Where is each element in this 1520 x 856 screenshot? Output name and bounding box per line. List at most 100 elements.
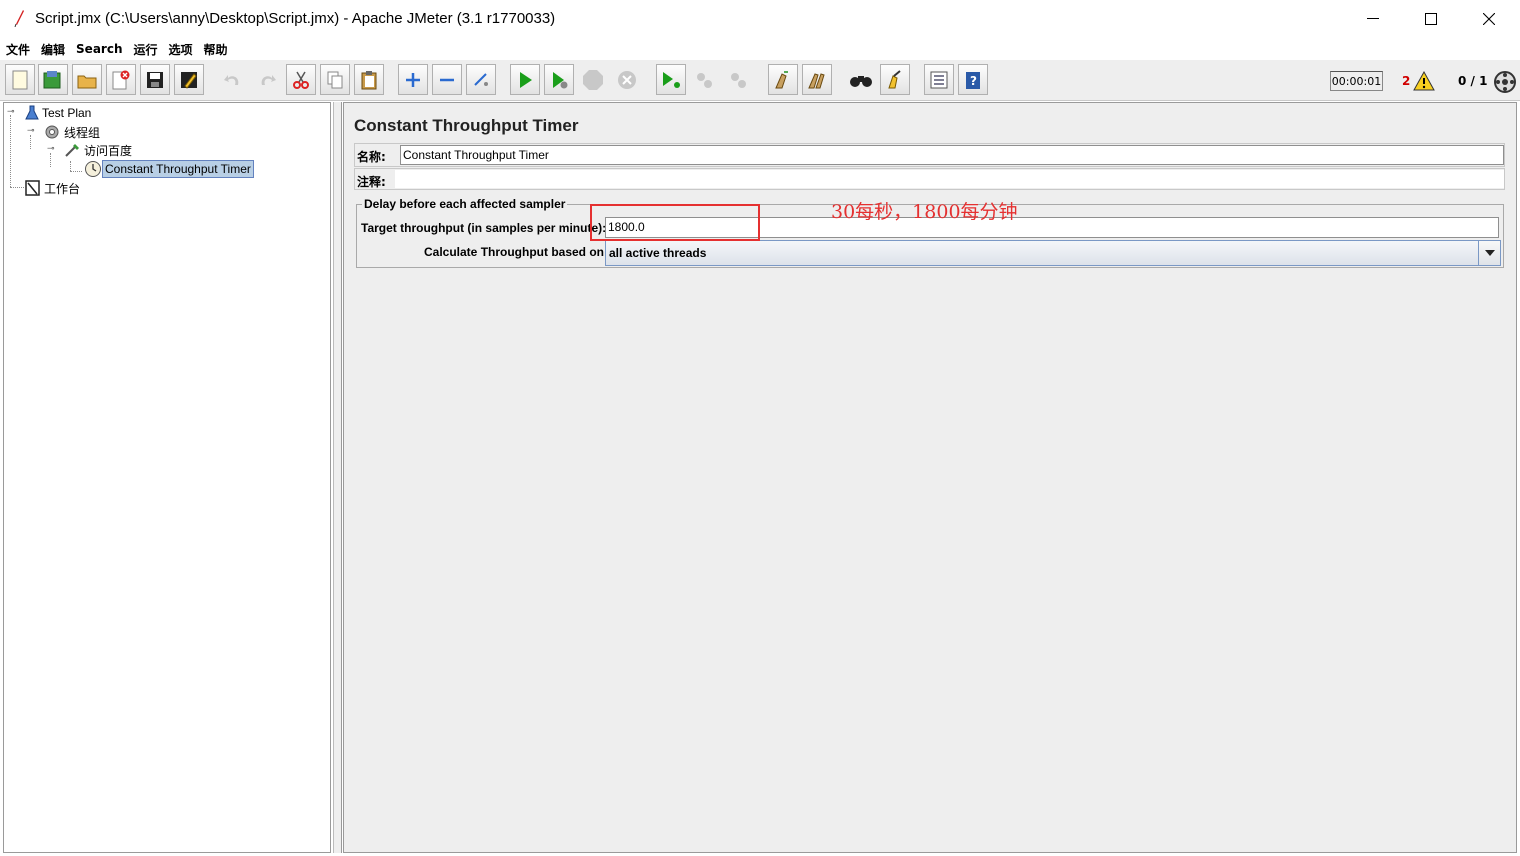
elapsed-time: 00:00:01 (1330, 71, 1383, 91)
calc-based-on-label: Calculate Throughput based on: (424, 245, 609, 259)
close-button[interactable] (1460, 0, 1518, 38)
redo-button[interactable] (252, 64, 282, 95)
close-file-icon (112, 70, 130, 89)
tree-connector (10, 187, 24, 188)
calc-based-on-select[interactable]: all active threads (605, 240, 1501, 266)
close-icon (1483, 13, 1495, 25)
menu-run[interactable]: 运行 (133, 41, 157, 58)
tree-connector (30, 135, 31, 149)
comment-row: 注释: (354, 168, 1505, 190)
warning-icon[interactable] (1413, 71, 1435, 91)
play-icon (520, 71, 532, 88)
comment-input[interactable] (395, 170, 1504, 188)
close-file-button[interactable] (106, 64, 136, 95)
minimize-icon (1367, 18, 1379, 19)
menu-edit[interactable]: 编辑 (41, 41, 65, 58)
tree-toggle[interactable]: ⊸ (7, 107, 15, 117)
plus-icon (406, 72, 420, 87)
dropdown-arrow[interactable] (1478, 241, 1500, 265)
panel-splitter[interactable] (333, 102, 342, 853)
tree-connector (10, 115, 11, 187)
start-no-pauses-button[interactable] (544, 64, 574, 95)
maximize-button[interactable] (1402, 0, 1460, 38)
help-button[interactable]: ? (958, 64, 988, 95)
remote-shutdown-button[interactable] (724, 64, 754, 95)
save-button[interactable] (140, 64, 170, 95)
stop-button[interactable] (578, 64, 608, 95)
tree-node-label: 工作台 (44, 181, 81, 196)
shutdown-button[interactable] (612, 64, 642, 95)
tree-node-sampler[interactable]: 访问百度 (64, 141, 134, 159)
new-button[interactable] (5, 64, 35, 95)
tree-toggle[interactable]: ⊸ (27, 126, 35, 136)
test-plan-tree: ⊸ Test Plan ⊸ 线程组 ⊸ 访问百度 Constant Throug… (3, 102, 331, 853)
minimize-button[interactable] (1344, 0, 1402, 38)
menu-options[interactable]: 选项 (169, 41, 193, 58)
tree-node-thread-group[interactable]: 线程组 (44, 123, 102, 141)
tree-node-label: Constant Throughput Timer (102, 160, 254, 178)
remote-start-icon (663, 71, 680, 88)
reset-search-button[interactable] (880, 64, 910, 95)
save-as-button[interactable] (174, 64, 204, 95)
calc-based-on-value: all active threads (609, 246, 707, 260)
undo-icon (224, 74, 239, 85)
menu-file[interactable]: 文件 (6, 41, 30, 58)
tree-connector (70, 171, 82, 172)
tree-connector (50, 153, 51, 167)
tree-toggle[interactable]: ⊸ (47, 144, 55, 154)
editor-title: Constant Throughput Timer (354, 116, 579, 135)
clear-all-button[interactable] (802, 64, 832, 95)
open-button[interactable] (72, 64, 102, 95)
test-plan-icon (25, 105, 39, 120)
jmeter-feather-icon (14, 10, 24, 27)
tree-node-label: Test Plan (42, 106, 92, 120)
templates-button[interactable] (38, 64, 68, 95)
search-button[interactable] (846, 64, 876, 95)
redo-icon (261, 74, 276, 85)
timer-icon (85, 161, 101, 177)
menu-bar: 文件 编辑 Search 运行 选项 帮助 (0, 38, 1520, 60)
remote-stop-icon (697, 72, 712, 88)
clear-all-icon (808, 72, 825, 88)
shutdown-icon (618, 70, 636, 89)
paste-icon (361, 70, 377, 89)
comment-label: 注释: (357, 175, 386, 189)
stop-icon (583, 69, 603, 90)
toggle-button[interactable] (466, 64, 496, 95)
binoculars-icon (850, 75, 872, 87)
remote-stop-button[interactable] (690, 64, 720, 95)
templates-icon (43, 70, 61, 88)
menu-search[interactable]: Search (76, 42, 122, 56)
collapse-all-button[interactable] (432, 64, 462, 95)
minus-icon (440, 78, 454, 81)
toolbar: ? 00:00:01 2 0 / 1 (0, 60, 1520, 101)
annotation-note: 30每秒，1800每分钟 (831, 201, 1018, 223)
save-icon (147, 71, 163, 88)
error-count[interactable]: 2 (1402, 74, 1410, 88)
clear-button[interactable] (768, 64, 798, 95)
start-button[interactable] (510, 64, 540, 95)
menu-help[interactable]: 帮助 (204, 41, 228, 58)
remote-status-icon (1494, 71, 1516, 93)
broom-icon (775, 70, 788, 88)
undo-button[interactable] (218, 64, 248, 95)
name-label: 名称: (357, 150, 386, 164)
copy-button[interactable] (320, 64, 350, 95)
tree-node-label: 访问百度 (84, 143, 133, 158)
tree-node-test-plan[interactable]: Test Plan (24, 104, 93, 122)
paste-button[interactable] (354, 64, 384, 95)
tree-node-timer[interactable]: Constant Throughput Timer (84, 160, 254, 178)
remote-start-button[interactable] (656, 64, 686, 95)
remote-shutdown-icon (731, 72, 746, 88)
expand-all-button[interactable] (398, 64, 428, 95)
new-icon (12, 70, 28, 89)
active-threads: 0 / 1 (1458, 74, 1488, 88)
tree-connector (70, 161, 71, 171)
chevron-down-icon (1484, 250, 1495, 256)
name-input[interactable]: Constant Throughput Timer (400, 145, 1504, 165)
cut-button[interactable] (286, 64, 316, 95)
tree-node-workbench[interactable]: 工作台 (24, 179, 82, 197)
function-helper-button[interactable] (924, 64, 954, 95)
window-title: Script.jmx (C:\Users\anny\Desktop\Script… (35, 10, 556, 27)
annotation-highlight-box (590, 204, 760, 241)
